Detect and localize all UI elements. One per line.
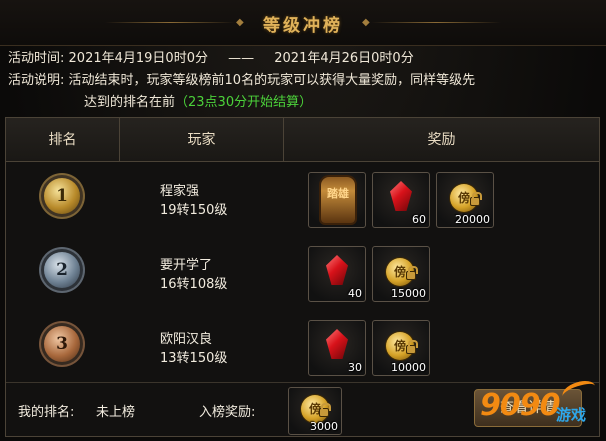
red-gem-icon (390, 181, 412, 211)
red-gem-icon (326, 255, 348, 285)
armor-icon (321, 177, 355, 223)
settlement-note: （23点30分开始结算） (175, 95, 313, 110)
player-level: 19转150级 (160, 203, 228, 218)
event-time-separator: —— (228, 51, 255, 66)
reward-count: 10000 (391, 361, 426, 374)
reward-count: 60 (412, 213, 426, 226)
event-time: 活动时间: 2021年4月19日0时0分 —— 2021年4月26日0时0分 (8, 50, 414, 68)
reward-count: 3000 (310, 420, 338, 433)
watermark-number: 9090 (480, 388, 560, 423)
player-level: 16转108级 (160, 277, 228, 292)
table-header: 排名 玩家 奖励 (6, 118, 599, 162)
player-name: 程家强 (160, 184, 200, 199)
player-name: 欧阳汉良 (160, 332, 213, 347)
site-watermark-logo: 9090 游戏 (478, 377, 604, 440)
reward-slot[interactable]: 30 (308, 320, 366, 376)
reward-slot[interactable]: 傍 15000 (372, 246, 430, 302)
entry-reward-slot[interactable]: 傍 3000 (288, 387, 342, 435)
lock-icon (406, 266, 418, 280)
event-description-label: 活动说明: (8, 73, 65, 88)
event-description-line2: 达到的排名在前（23点30分开始结算） (84, 94, 312, 112)
my-rank-label: 我的排名: (18, 405, 75, 420)
player-name: 要开学了 (160, 258, 213, 273)
reward-slot[interactable]: 踏雄 (308, 172, 366, 228)
event-description: 活动说明: 活动结束时，玩家等级榜前10名的玩家可以获得大量奖励，同样等级先 (8, 72, 598, 90)
reward-slot[interactable]: 傍 10000 (372, 320, 430, 376)
lock-icon (319, 403, 331, 417)
event-description-line1: 活动结束时，玩家等级榜前10名的玩家可以获得大量奖励，同样等级先 (68, 73, 476, 88)
column-header-player: 玩家 (120, 118, 284, 162)
column-header-reward: 奖励 (427, 132, 456, 148)
lock-icon (406, 340, 418, 354)
player-level: 13转150级 (160, 351, 228, 366)
table-row: 3 欧阳汉良 13转150级 30 傍 10000 (6, 312, 599, 384)
reward-slot[interactable]: 60 (372, 172, 430, 228)
reward-count: 30 (348, 361, 362, 374)
event-time-label: 活动时间: (8, 51, 65, 66)
rank-medal-gold-icon: 1 (44, 178, 80, 214)
reward-slot[interactable]: 40 (308, 246, 366, 302)
red-gem-icon (326, 329, 348, 359)
reward-count: 15000 (391, 287, 426, 300)
title-ornament-dot: ◆ (362, 17, 370, 28)
rank-medal-silver-icon: 2 (44, 252, 80, 288)
panel-title: 等级冲榜 (263, 16, 343, 36)
lock-icon (470, 192, 482, 206)
rank-event-panel: ◆ 等级冲榜 ◆ 活动时间: 2021年4月19日0时0分 —— 2021年4月… (0, 0, 606, 441)
title-ornament-right (371, 22, 501, 23)
watermark-text: 游戏 (556, 406, 587, 424)
table-row: 2 要开学了 16转108级 40 傍 15000 (6, 238, 599, 310)
my-rank-value: 未上榜 (96, 405, 136, 420)
table-row: 1 程家强 19转150级 踏雄 60 傍 20000 (6, 164, 599, 236)
title-bar: ◆ 等级冲榜 ◆ (0, 0, 606, 46)
reward-slot[interactable]: 傍 20000 (436, 172, 494, 228)
event-time-end: 2021年4月26日0时0分 (274, 51, 414, 66)
entry-reward-label: 入榜奖励: (199, 405, 256, 420)
reward-count: 20000 (455, 213, 490, 226)
armor-label: 踏雄 (327, 187, 349, 200)
reward-count: 40 (348, 287, 362, 300)
rank-medal-bronze-icon: 3 (44, 326, 80, 362)
event-description-text: 达到的排名在前 (84, 95, 176, 110)
column-header-rank: 排名 (6, 118, 120, 162)
watermark-arrow-icon (560, 377, 598, 405)
event-time-start: 2021年4月19日0时0分 (68, 51, 208, 66)
